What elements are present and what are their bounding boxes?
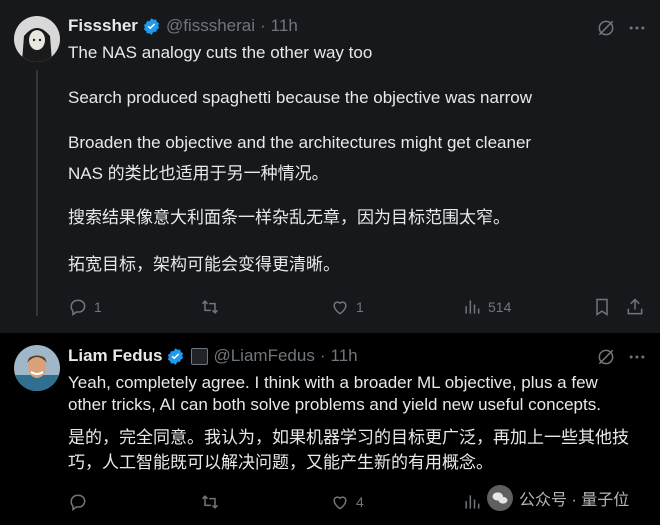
tweet-header: Liam Fedus @LiamFedus · 11h <box>68 346 358 366</box>
share-icon <box>627 298 643 315</box>
views-icon <box>465 495 480 509</box>
avatar[interactable] <box>14 345 60 391</box>
separator-dot: · <box>319 346 326 365</box>
like-button[interactable]: 4 <box>330 492 364 512</box>
tweet-fisssher[interactable]: Fisssher @fisssherai · 11h The NAS analo… <box>0 0 660 333</box>
author-name[interactable]: Fisssher <box>68 16 138 36</box>
more-icon[interactable] <box>627 18 647 38</box>
tweet-text-line: The NAS analogy cuts the other way too <box>68 43 373 62</box>
like-count: 4 <box>356 494 364 510</box>
watermark: 公众号 · 量子位 <box>487 485 629 511</box>
tweet-text-line: 巧，人工智能既可以解决问题，又能产生新的有用概念。 <box>68 453 493 472</box>
timestamp[interactable]: 11h <box>331 346 358 366</box>
reply-count: 1 <box>94 299 102 315</box>
reply-button[interactable]: 1 <box>68 297 102 317</box>
like-icon <box>333 496 347 510</box>
repost-button[interactable] <box>200 297 226 317</box>
tweet-text-line: other tricks, AI can both solve problems… <box>68 395 601 414</box>
action-bar: 1 1 514 <box>68 297 643 321</box>
tweet-text-line: 拓宽目标，架构可能会变得更清晰。 <box>68 255 340 274</box>
tweet-text-line: Broaden the objective and the architectu… <box>68 133 532 152</box>
like-count: 1 <box>356 299 364 315</box>
tweet-text-line: Yeah, completely agree. I think with a b… <box>68 373 598 392</box>
separator-dot: · <box>260 16 266 35</box>
tweet-text-line: Search produced spaghetti because the ob… <box>68 88 533 107</box>
tweet-text-line: NAS 的类比也适用于另一种情况。 <box>68 164 329 183</box>
verified-icon <box>143 17 159 35</box>
verified-icon <box>168 347 184 365</box>
organization-badge-icon[interactable] <box>191 347 209 365</box>
views-count: 514 <box>488 299 512 315</box>
like-button[interactable]: 1 <box>330 297 364 317</box>
grok-icon[interactable] <box>596 18 616 38</box>
author-handle[interactable]: @fisssherai <box>166 16 255 36</box>
tweet-liam-fedus[interactable]: Liam Fedus @LiamFedus · 11h Yeah, comple… <box>0 333 660 525</box>
views-button[interactable] <box>462 492 488 512</box>
timestamp[interactable]: 11h <box>271 16 298 36</box>
wechat-logo-icon <box>487 485 513 511</box>
avatar[interactable] <box>14 16 60 62</box>
repost-icon <box>201 495 219 509</box>
more-icon[interactable] <box>627 347 647 367</box>
like-icon <box>333 301 347 315</box>
author-name[interactable]: Liam Fedus <box>68 346 162 366</box>
tweet-text-line: 搜索结果像意大利面条一样杂乱无章，因为目标范围太窄。 <box>68 208 510 227</box>
bookmark-button[interactable] <box>592 297 612 317</box>
bookmark-icon <box>596 298 608 316</box>
reply-icon <box>70 494 86 511</box>
grok-icon[interactable] <box>596 347 616 367</box>
repost-icon <box>201 300 219 314</box>
views-icon <box>465 300 480 314</box>
share-button[interactable] <box>625 297 645 317</box>
views-button[interactable]: 514 <box>462 297 511 317</box>
reply-icon <box>70 299 86 316</box>
thread-line <box>36 70 38 316</box>
repost-button[interactable] <box>200 492 226 512</box>
watermark-text: 公众号 · 量子位 <box>519 492 630 509</box>
tweet-header: Fisssher @fisssherai · 11h <box>68 16 298 36</box>
author-handle[interactable]: @LiamFedus <box>213 346 314 366</box>
tweet-text-line: 是的，完全同意。我认为，如果机器学习的目标更广泛，再加上一些其他技 <box>68 428 629 447</box>
reply-button[interactable] <box>68 492 94 512</box>
